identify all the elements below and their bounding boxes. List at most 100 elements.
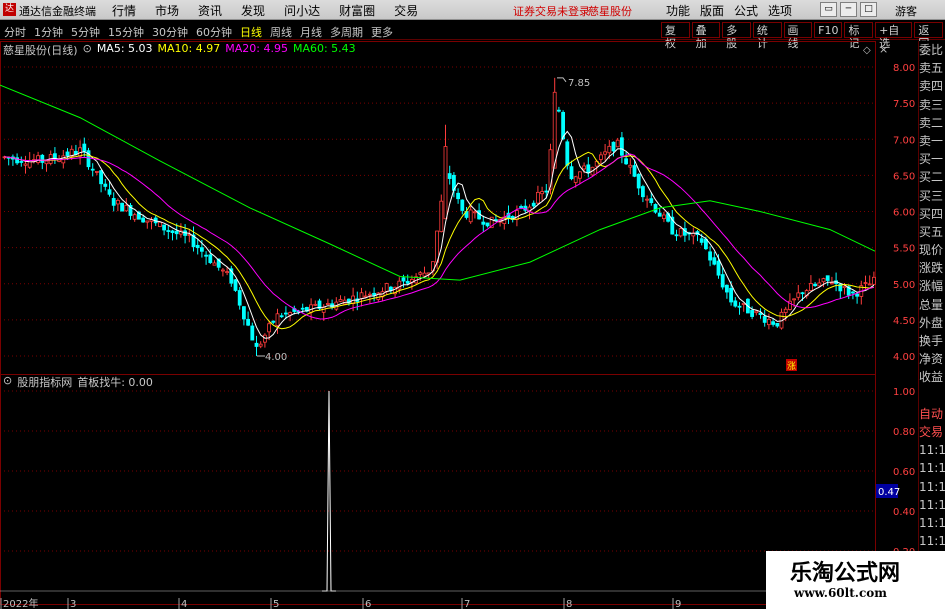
candle-body [246, 318, 251, 326]
maximize-icon[interactable]: □ [860, 2, 877, 17]
candle-body [338, 299, 343, 302]
menu-item-ask[interactable]: 问小达 [284, 2, 320, 19]
menu-item-news[interactable]: 资讯 [198, 2, 222, 19]
candle-body [611, 141, 616, 152]
period-tab[interactable]: 日线 [240, 24, 262, 40]
indicator-title: 股朋指标网 [17, 376, 73, 389]
candle-body [82, 143, 87, 152]
quote-field-label: 买一 [919, 152, 944, 167]
chart-tool-button[interactable]: 统计 [752, 22, 782, 50]
menu-item-discover[interactable]: 发现 [241, 2, 265, 19]
quote-field-label: 卖三 [919, 97, 944, 112]
menu-item-wealth[interactable]: 财富圈 [339, 2, 375, 19]
quote-field-label: 换手 [919, 334, 944, 348]
period-tab[interactable]: 周线 [270, 24, 292, 40]
menu-item-trade[interactable]: 交易 [394, 2, 418, 19]
period-tab[interactable]: 1分钟 [34, 24, 63, 40]
candle-body [208, 254, 213, 263]
candle-body [481, 221, 486, 225]
candle-body [867, 283, 872, 286]
quote-field-label: 收益 [919, 370, 944, 385]
candle-body [456, 192, 461, 200]
period-tab[interactable]: 15分钟 [108, 24, 144, 40]
low-price-label: 4.00 [265, 352, 287, 363]
period-tab[interactable]: 分时 [4, 24, 26, 40]
candle-body [624, 158, 628, 165]
guest-user-label[interactable]: 游客 [895, 3, 917, 19]
title-bar: 达 通达信金融终端 行情 市场 资讯 发现 问小达 财富圈 交易 证券交易未登录… [0, 0, 945, 20]
candle-body [460, 199, 465, 211]
chart-tool-button[interactable]: 标记 [844, 22, 874, 50]
ma-value-label: MA5: 5.03 [96, 42, 153, 55]
chart-tool-button[interactable]: 画线 [783, 22, 813, 50]
period-toolbar: 分时 1分钟 5分钟 15分钟 30分钟 60分钟 日线 周线 月线 多周期 更多 复权 叠加 多股 统计… [0, 21, 945, 50]
candle-body [254, 342, 259, 347]
period-tab[interactable]: 5分钟 [71, 24, 100, 40]
period-tab[interactable]: 60分钟 [196, 24, 232, 40]
candle-body [712, 257, 717, 265]
chart-tool-button[interactable]: +自选 [875, 22, 913, 50]
candle-body [771, 321, 775, 325]
candle-body [569, 166, 574, 180]
candle-body [762, 316, 767, 323]
period-tab[interactable]: 30分钟 [152, 24, 188, 40]
candle-body [23, 163, 28, 166]
candle-body [195, 244, 200, 249]
candle-body [468, 209, 473, 223]
x-axis-label: 5 [273, 599, 279, 609]
settings-icon[interactable]: ⊙ [3, 374, 12, 390]
candle-body [863, 282, 868, 284]
candle-body [599, 154, 603, 160]
candle-body [141, 217, 146, 223]
candle-body [813, 283, 817, 287]
quote-field-label: 涨跌 [919, 261, 944, 276]
candle-body [65, 151, 70, 157]
menu-item-options[interactable]: 选项 [768, 2, 792, 19]
candle-body [678, 228, 683, 237]
candle-body [275, 313, 280, 326]
chart-tool-button[interactable]: 复权 [661, 22, 690, 50]
period-tab[interactable]: 多周期 [330, 24, 363, 40]
menu-item-function[interactable]: 功能 [666, 2, 690, 19]
quote-field-label: 11:13 [919, 534, 945, 549]
candle-body [95, 171, 99, 173]
chart-tool-button[interactable]: 返回 [914, 22, 943, 50]
candle-body [443, 146, 448, 220]
quote-field-label: 买二 [919, 170, 944, 185]
quote-field-label: 净资 [919, 352, 944, 367]
watermark-url: www.60lt.com [794, 586, 887, 600]
menu-item-formula[interactable]: 公式 [734, 2, 758, 19]
quote-field-label: 外盘 [919, 315, 944, 330]
price-tick-label: 7.50 [893, 99, 915, 110]
settings-icon[interactable]: ⊙ [83, 42, 92, 58]
quote-field-label: 涨幅 [919, 279, 944, 294]
candle-body [124, 204, 129, 212]
menu-item-market[interactable]: 市场 [155, 2, 179, 19]
candle-body [653, 204, 658, 213]
chart-tool-button[interactable]: 多股 [722, 22, 751, 50]
candle-body [565, 141, 570, 166]
period-tab[interactable]: 月线 [300, 24, 322, 40]
watermark-title: 乐淘公式网 [790, 560, 901, 586]
trade-login-notice[interactable]: 证券交易未登录 [513, 3, 590, 19]
diamond-icon: ◇ [863, 45, 871, 56]
quote-field-label: 卖二 [919, 115, 944, 130]
quote-field-label: 11:13 [919, 443, 945, 458]
menu-item-layout[interactable]: 版面 [700, 2, 724, 19]
candle-body [767, 318, 771, 326]
candle-body [220, 269, 225, 272]
chart-tool-button[interactable]: F10 [814, 22, 843, 38]
minimize-icon[interactable]: ─ [840, 2, 857, 17]
period-tab[interactable]: 更多 [371, 24, 393, 40]
quote-field-label: 11:13 [919, 479, 945, 494]
candle-body [19, 160, 24, 163]
kline-chart[interactable]: 8.00 7.50 7.00 6.50 6.00 5.50 5.00 4.50 4.00 1.00… [0, 41, 918, 609]
candle-body [132, 214, 137, 220]
restore-icon[interactable]: ▭ [820, 2, 837, 17]
chart-tool-button[interactable]: 叠加 [691, 22, 721, 50]
menu-item-quotes[interactable]: 行情 [112, 2, 136, 19]
candle-body [792, 298, 796, 301]
candle-body [40, 154, 45, 163]
quote-field-label: 11:13 [919, 461, 945, 476]
price-tick-label: 4.00 [893, 352, 915, 363]
